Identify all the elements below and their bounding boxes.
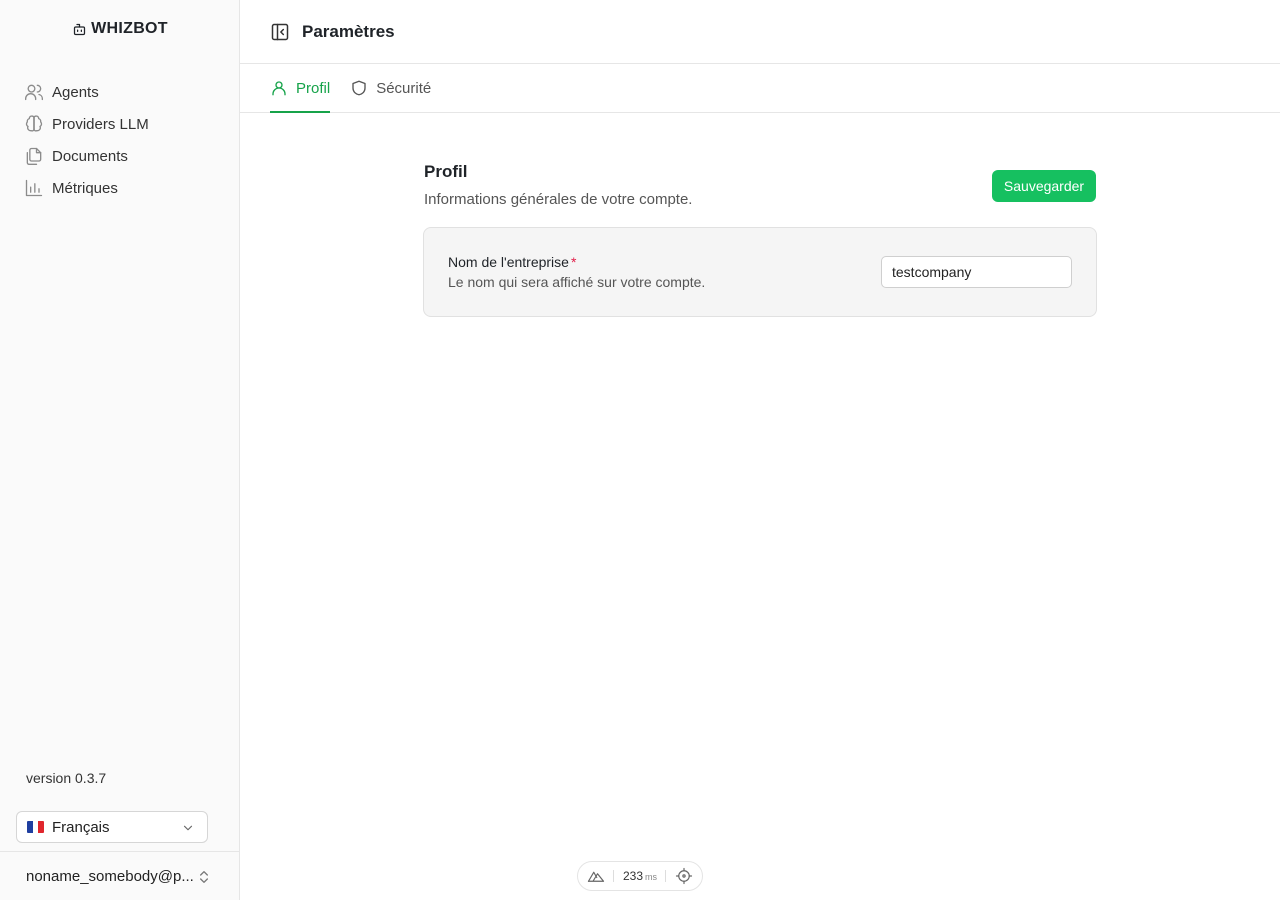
france-flag-icon [27, 821, 44, 833]
brand-logo[interactable]: WHIZBOT [0, 20, 240, 38]
dev-toolbar: 233 ms [577, 861, 703, 891]
divider [613, 870, 615, 882]
user-menu[interactable]: noname_somebody@p... [0, 851, 240, 900]
nuxt-logo-icon[interactable] [587, 867, 605, 885]
chevron-down-icon [183, 825, 193, 831]
crosshair-icon[interactable] [675, 867, 693, 885]
bot-icon [74, 23, 86, 35]
section-subtitle: Informations générales de votre compte. [424, 191, 693, 208]
company-name-card: Nom de l'entreprise * Le nom qui sera aff… [423, 227, 1097, 317]
sidebar-item-metriques[interactable]: Métriques [24, 172, 149, 204]
page-title: Paramètres [302, 21, 395, 41]
company-name-label: Nom de l'entreprise [448, 254, 569, 270]
tab-securite[interactable]: Sécurité [350, 64, 431, 112]
language-select-value: Français [52, 818, 110, 836]
brand-name: WHIZBOT [91, 20, 168, 37]
divider [665, 870, 667, 882]
sidebar-item-providers-llm[interactable]: Providers LLM [24, 108, 149, 140]
tab-label: Sécurité [376, 79, 432, 97]
sidebar-item-label: Agents [52, 83, 99, 101]
required-marker: * [570, 254, 577, 270]
field-label: Nom de l'entreprise * [448, 254, 576, 270]
files-icon [26, 147, 42, 165]
section-title: Profil [424, 162, 468, 181]
latency-value: 233 [622, 869, 643, 883]
users-icon [25, 84, 43, 101]
sidebar-item-documents[interactable]: Documents [24, 140, 149, 172]
sidebar: WHIZBOT Agents Providers LLM Documents M… [0, 0, 240, 900]
sidebar-toggle-icon[interactable] [270, 22, 290, 42]
sidebar-item-label: Documents [52, 147, 128, 165]
sidebar-item-label: Métriques [52, 179, 118, 197]
page-header: Paramètres [240, 0, 1280, 64]
app-version: version 0.3.7 [26, 770, 107, 786]
save-button[interactable]: Sauvegarder [992, 170, 1096, 202]
tab-label: Profil [296, 79, 331, 97]
tab-profil[interactable]: Profil [270, 64, 331, 113]
company-name-input[interactable] [881, 256, 1072, 288]
user-email: noname_somebody@p... [26, 867, 194, 885]
field-help-text: Le nom qui sera affiché sur votre compte… [448, 274, 706, 290]
bar-chart-icon [25, 179, 43, 197]
shield-icon [352, 80, 366, 96]
chevrons-up-down-icon [200, 871, 208, 883]
latency-unit: ms [645, 872, 657, 882]
user-icon [272, 81, 286, 96]
sidebar-item-agents[interactable]: Agents [24, 76, 149, 108]
brain-icon [25, 115, 43, 132]
sidebar-nav: Agents Providers LLM Documents Métriques [24, 76, 149, 204]
language-select[interactable]: Français [16, 811, 208, 843]
sidebar-item-label: Providers LLM [52, 115, 149, 133]
latency-readout: 233 ms [623, 869, 657, 883]
settings-tabs: Profil Sécurité [240, 64, 1280, 113]
